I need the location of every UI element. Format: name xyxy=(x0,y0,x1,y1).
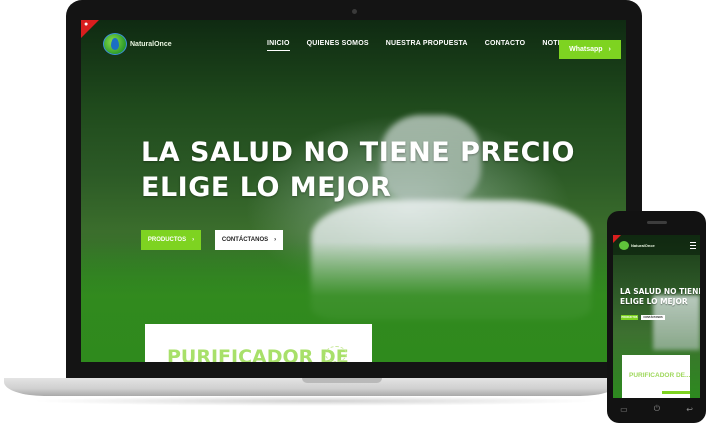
logo-text: NaturalOnce xyxy=(130,40,172,48)
nav-item-inicio[interactable]: INICIO xyxy=(267,40,290,51)
contact-button[interactable]: CONTÁCTANOS xyxy=(641,315,665,320)
hamburger-menu-icon[interactable] xyxy=(690,242,696,249)
product-card-title: PURIFICADOR DE xyxy=(167,346,349,362)
laptop-frame: ● NaturalOnce INICIO QUIENES SOMOS NUEST… xyxy=(66,0,642,380)
back-icon[interactable]: ↩ xyxy=(686,405,693,414)
desktop-website-screen: ● NaturalOnce INICIO QUIENES SOMOS NUEST… xyxy=(81,20,626,362)
badge-icon: ● xyxy=(84,21,89,28)
laptop-shadow xyxy=(30,396,600,406)
products-button-label: PRODUCTOS xyxy=(147,237,187,243)
phone-frame: NaturalOnce LA SALUD NO TIENE PRECIO ELI… xyxy=(607,211,706,423)
nav-item-quienes-somos[interactable]: QUIENES SOMOS xyxy=(307,40,369,51)
hero-title-line-1: LA SALUD NO TIENE PRECIO xyxy=(141,137,575,168)
whatsapp-button[interactable]: Whatsapp › xyxy=(559,40,621,59)
chevron-right-icon: › xyxy=(274,237,277,243)
product-card[interactable]: PURIFICADOR DE xyxy=(145,324,372,362)
contact-button[interactable]: CONTÁCTANOS › xyxy=(215,230,283,250)
laptop-base xyxy=(4,378,620,396)
hero-title-line-2: ELIGE LO MEJOR xyxy=(620,297,688,306)
leaf-drop-logo-icon[interactable] xyxy=(619,241,629,250)
mobile-website-screen: NaturalOnce LA SALUD NO TIENE PRECIO ELI… xyxy=(613,235,700,398)
chevron-right-icon: › xyxy=(192,237,195,243)
hero-title-line-2: ELIGE LO MEJOR xyxy=(141,172,392,203)
card-accent-bar xyxy=(662,391,690,394)
site-logo[interactable]: NaturalOnce xyxy=(103,33,172,55)
mobile-header: NaturalOnce xyxy=(613,235,700,255)
leaf-drop-logo-icon xyxy=(103,33,127,55)
logo-text: NaturalOnce xyxy=(631,243,655,248)
corner-badge: ● xyxy=(81,20,99,38)
chevron-right-icon: › xyxy=(608,46,611,53)
products-button[interactable]: PRODUCTOS › xyxy=(141,230,201,250)
recent-apps-icon[interactable]: ▭ xyxy=(620,405,628,414)
nav-item-contacto[interactable]: CONTACTO xyxy=(485,40,526,51)
site-header: ● NaturalOnce INICIO QUIENES SOMOS NUEST… xyxy=(81,20,626,66)
laptop-camera xyxy=(352,9,357,14)
whatsapp-button-label: Whatsapp xyxy=(569,46,603,53)
nav-item-nuestra-propuesta[interactable]: NUESTRA PROPUESTA xyxy=(386,40,468,51)
sun-outline-icon xyxy=(325,346,347,362)
product-card[interactable]: PURIFICADOR DE... xyxy=(622,355,690,398)
laptop-notch xyxy=(302,378,382,383)
contact-button-label: CONTÁCTANOS xyxy=(221,237,269,243)
phone-hardware-keys: ▭ ⏻ ↩ xyxy=(607,401,706,417)
product-card-title: PURIFICADOR DE... xyxy=(629,372,691,379)
products-button[interactable]: PRODUCTOS xyxy=(621,315,638,320)
main-menu: INICIO QUIENES SOMOS NUESTRA PROPUESTA C… xyxy=(267,40,594,51)
hero-title-line-1: LA SALUD NO TIENE PRECIO xyxy=(620,287,700,296)
phone-speaker xyxy=(647,221,667,224)
power-home-icon[interactable]: ⏻ xyxy=(654,404,660,414)
